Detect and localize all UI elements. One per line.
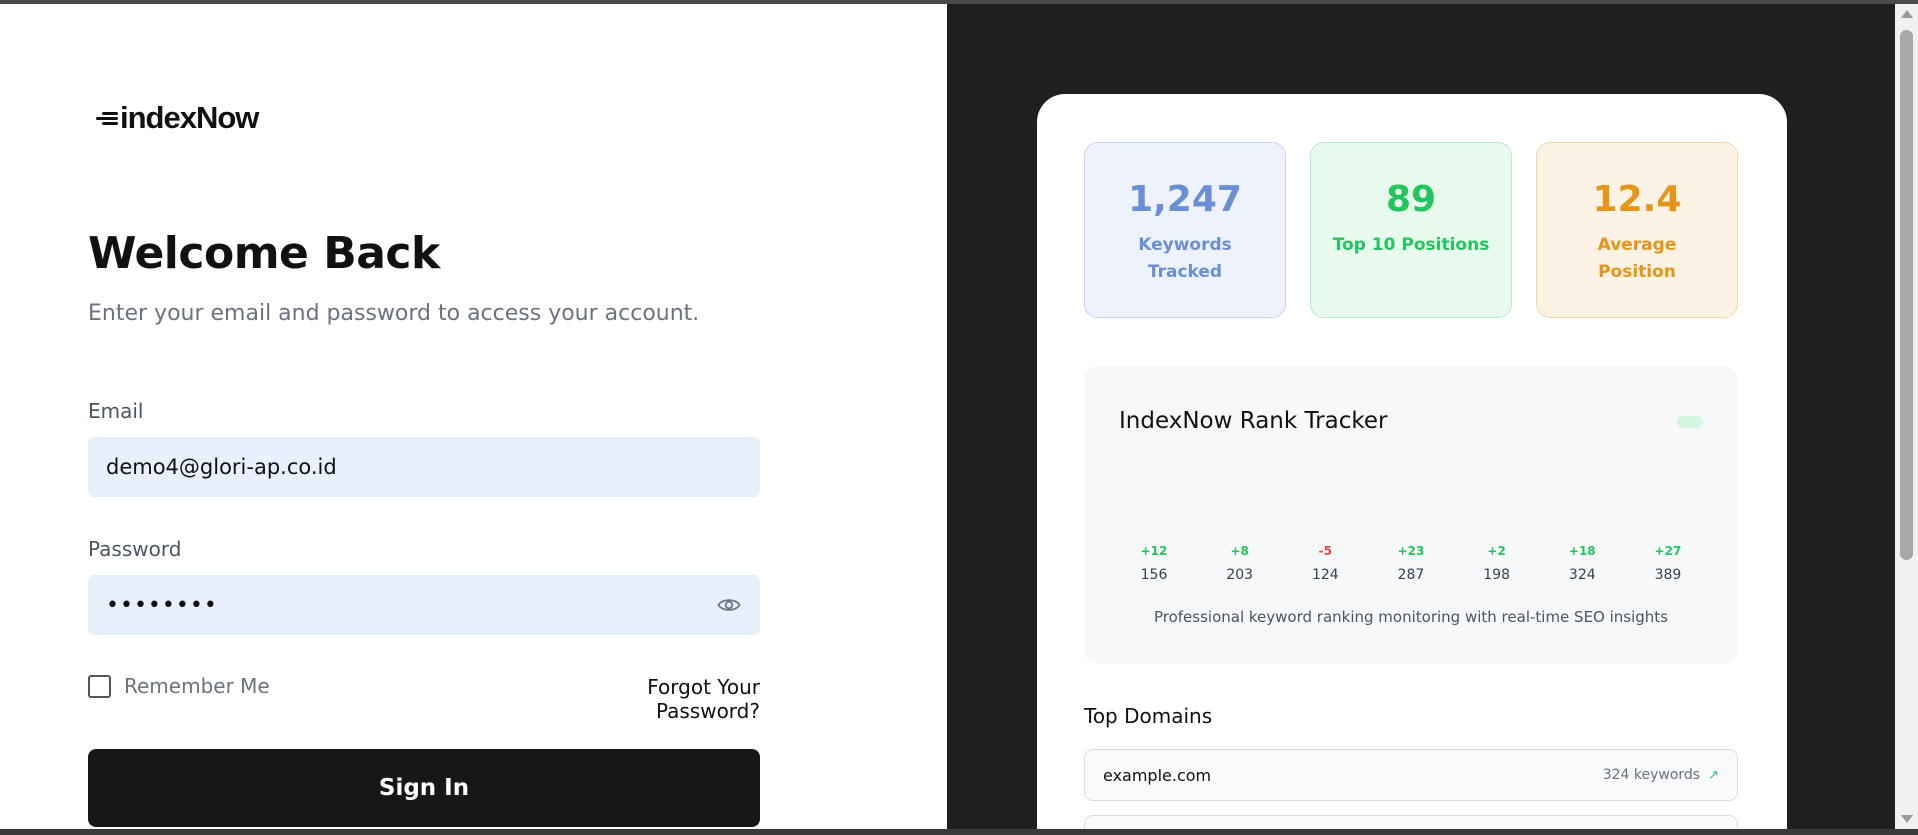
page-scrollbar[interactable] [1895, 4, 1918, 829]
remember-label: Remember Me [124, 674, 270, 698]
scroll-thumb[interactable] [1900, 30, 1913, 560]
eye-icon[interactable] [716, 592, 742, 618]
tracker-bar: +18 324 [1547, 544, 1617, 583]
domain-meta: 324 keywords ↗ [1603, 767, 1719, 783]
stat-value: 12.4 [1592, 179, 1682, 220]
rank-tracker-panel: IndexNow Rank Tracker +12 156 +8 203 -5 … [1084, 366, 1738, 664]
bar-delta: +23 [1397, 544, 1425, 558]
password-field[interactable]: •••••••• [88, 575, 760, 635]
bar-delta: +12 [1140, 544, 1168, 558]
page-title: Welcome Back [88, 228, 440, 279]
bar-value: 203 [1226, 567, 1254, 583]
forgot-password-link[interactable]: Forgot Your Password? [550, 675, 760, 723]
bar-value: 324 [1568, 567, 1596, 583]
email-label: Email [88, 399, 144, 423]
tracker-bar: +23 287 [1376, 544, 1446, 583]
password-label: Password [88, 537, 182, 561]
remember-checkbox[interactable] [88, 674, 111, 698]
dashboard-preview-card: 1,247 Keywords Tracked 89 Top 10 Positio… [1037, 94, 1787, 835]
bar-value: 389 [1654, 567, 1682, 583]
logo-lines-icon [92, 108, 118, 128]
domain-row: example.com 324 keywords ↗ [1084, 749, 1738, 801]
tracker-description: Professional keyword ranking monitoring … [1153, 608, 1669, 626]
tracker-bar: +12 156 [1119, 544, 1189, 583]
tracker-bar: +2 198 [1462, 544, 1532, 583]
password-value: •••••••• [106, 592, 218, 618]
stat-label: Keywords Tracked [1138, 235, 1232, 282]
sign-in-button[interactable]: Sign In [88, 749, 760, 827]
status-pill [1677, 416, 1703, 428]
bar-delta: +18 [1568, 544, 1596, 558]
tracker-bar: +27 389 [1633, 544, 1703, 583]
bar-delta: +8 [1230, 544, 1249, 558]
stat-value: 89 [1385, 179, 1437, 220]
brand-logo: indexNow [92, 100, 259, 136]
email-field[interactable]: demo4@glori-ap.co.id [88, 437, 760, 497]
logo-text: indexNow [120, 100, 259, 135]
email-value: demo4@glori-ap.co.id [106, 455, 337, 479]
scroll-down-arrow-icon[interactable] [1901, 815, 1913, 823]
bar-value: 156 [1140, 567, 1168, 583]
stat-card-top10: 89 Top 10 Positions [1310, 142, 1512, 318]
domain-keyword-count: 324 keywords [1602, 767, 1701, 783]
top-domains-title: Top Domains [1084, 704, 1213, 728]
bar-delta: -5 [1318, 544, 1332, 558]
stat-card-average: 12.4 Average Position [1536, 142, 1738, 318]
login-panel: indexNow Welcome Back Enter your email a… [0, 4, 947, 829]
stat-label: Average Position [1597, 235, 1677, 282]
remember-me[interactable]: Remember Me [88, 674, 270, 698]
bar-value: 124 [1311, 567, 1339, 583]
showcase-panel: 1,247 Keywords Tracked 89 Top 10 Positio… [947, 4, 1895, 835]
tracker-bar: -5 124 [1290, 544, 1360, 583]
scroll-up-arrow-icon[interactable] [1901, 10, 1913, 18]
trend-up-icon: ↗ [1708, 767, 1719, 783]
page-subtitle: Enter your email and password to access … [88, 301, 700, 326]
bar-value: 198 [1483, 567, 1510, 583]
bar-delta: +2 [1487, 544, 1506, 558]
window-bottom-border [0, 829, 1918, 835]
stat-label: Top 10 Positions [1332, 235, 1490, 255]
tracker-bars: +12 156 +8 203 -5 124 +23 287 +2 198 +18… [1119, 544, 1703, 583]
bar-delta: +27 [1654, 544, 1682, 558]
stat-card-keywords: 1,247 Keywords Tracked [1084, 142, 1286, 318]
domain-name: example.com [1103, 765, 1212, 785]
tracker-title: IndexNow Rank Tracker [1119, 408, 1388, 434]
bar-value: 287 [1397, 567, 1425, 583]
tracker-bar: +8 203 [1205, 544, 1275, 583]
stat-value: 1,247 [1128, 179, 1242, 220]
